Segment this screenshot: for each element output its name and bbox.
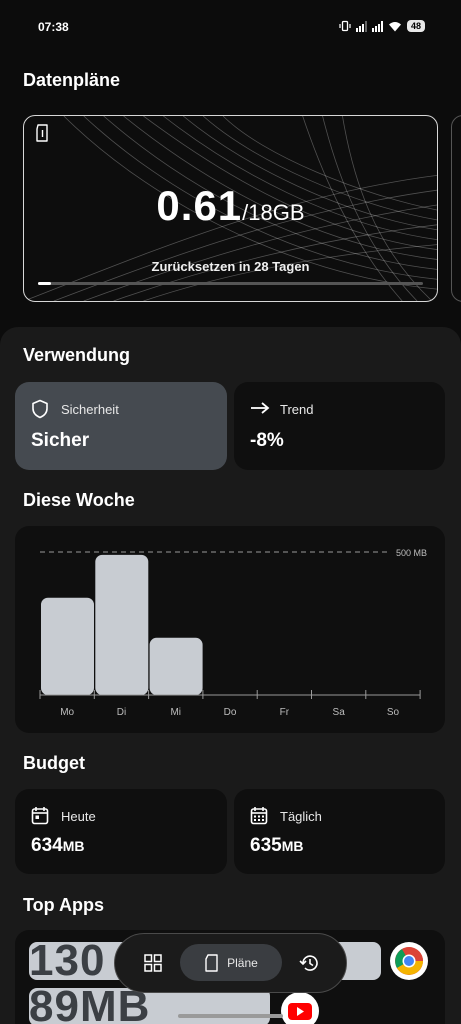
- bar-mi[interactable]: [149, 637, 203, 695]
- budget-today-value: 634MB: [31, 835, 85, 856]
- arrow-right-icon: [251, 402, 270, 414]
- x-label-so: So: [387, 707, 400, 718]
- nav-overview-button[interactable]: [135, 944, 171, 981]
- plan-total: 18GB: [248, 200, 305, 225]
- plan-progress-bar: [38, 282, 423, 285]
- bottom-nav: Pläne: [114, 933, 347, 993]
- history-icon: [299, 954, 318, 971]
- data-plans-title: Datenpläne: [23, 70, 121, 90]
- vibrate-icon: [339, 20, 351, 32]
- nav-history-button[interactable]: [291, 944, 327, 981]
- status-icons: 48: [339, 20, 425, 32]
- calendar-grid-icon: [250, 807, 268, 825]
- plan-reset-text: Zurücksetzen in 28 Tagen: [151, 259, 310, 274]
- youtube-icon[interactable]: [281, 992, 319, 1024]
- usage-title: Verwendung: [23, 345, 131, 365]
- bar-di[interactable]: [95, 554, 149, 695]
- status-time: 07:38: [38, 20, 69, 34]
- security-value: Sicher: [31, 430, 90, 451]
- signal-icon: [371, 20, 383, 32]
- trend-label: Trend: [280, 402, 314, 417]
- budget-title: Budget: [23, 753, 85, 773]
- status-bar: 07:38 48: [0, 0, 461, 56]
- trend-value: -8%: [250, 430, 284, 451]
- budget-daily-tile[interactable]: Täglich 635MB: [234, 789, 445, 874]
- x-label-mi: Mi: [170, 707, 181, 718]
- x-label-sa: Sa: [333, 707, 346, 718]
- grid-icon: [144, 953, 162, 972]
- budget-daily-value: 635MB: [250, 835, 304, 856]
- security-tile[interactable]: Sicherheit Sicher: [15, 382, 227, 470]
- plan-used: 0.61: [156, 182, 243, 229]
- budget-daily-label: Täglich: [280, 809, 322, 824]
- budget-today-label: Heute: [61, 809, 96, 824]
- shield-icon: [32, 399, 48, 419]
- week-chart: 500 MB Mo Di Mi Do Fr Sa So: [39, 548, 427, 718]
- home-indicator[interactable]: [178, 1014, 283, 1018]
- week-chart-card: 500 MB Mo Di Mi Do Fr Sa So: [15, 526, 445, 733]
- bar-mo[interactable]: [41, 597, 94, 695]
- reference-line-label: 500 MB: [396, 548, 427, 558]
- wifi-icon: [388, 21, 401, 31]
- budget-today-tile[interactable]: Heute 634MB: [15, 789, 227, 874]
- data-plan-card[interactable]: 0.61/18GB Zurücksetzen in 28 Tagen: [23, 115, 438, 302]
- nav-plans-tab[interactable]: Pläne: [180, 944, 282, 981]
- top-apps-title: Top Apps: [23, 895, 104, 915]
- battery-icon: 48: [406, 20, 425, 32]
- app-usage-value: 89MB: [29, 988, 151, 1024]
- x-label-mo: Mo: [60, 707, 74, 718]
- week-title: Diese Woche: [23, 490, 135, 510]
- trend-tile[interactable]: Trend -8%: [234, 382, 445, 470]
- app-usage-bar[interactable]: 89MB: [29, 988, 270, 1024]
- x-label-di: Di: [117, 707, 126, 718]
- chrome-icon[interactable]: [390, 942, 428, 980]
- next-plan-card[interactable]: [451, 115, 461, 302]
- nav-plans-label: Pläne: [227, 955, 258, 970]
- signal-icon: [355, 20, 367, 32]
- plan-usage: 0.61/18GB: [24, 182, 437, 230]
- app-usage-value: 130: [29, 942, 106, 980]
- security-label: Sicherheit: [61, 402, 119, 417]
- sim-card-icon: [36, 124, 48, 142]
- x-label-fr: Fr: [280, 707, 290, 718]
- calendar-day-icon: [31, 807, 49, 825]
- plan-progress-fill: [38, 282, 52, 285]
- sim-card-icon: [205, 953, 218, 972]
- x-label-do: Do: [224, 707, 237, 718]
